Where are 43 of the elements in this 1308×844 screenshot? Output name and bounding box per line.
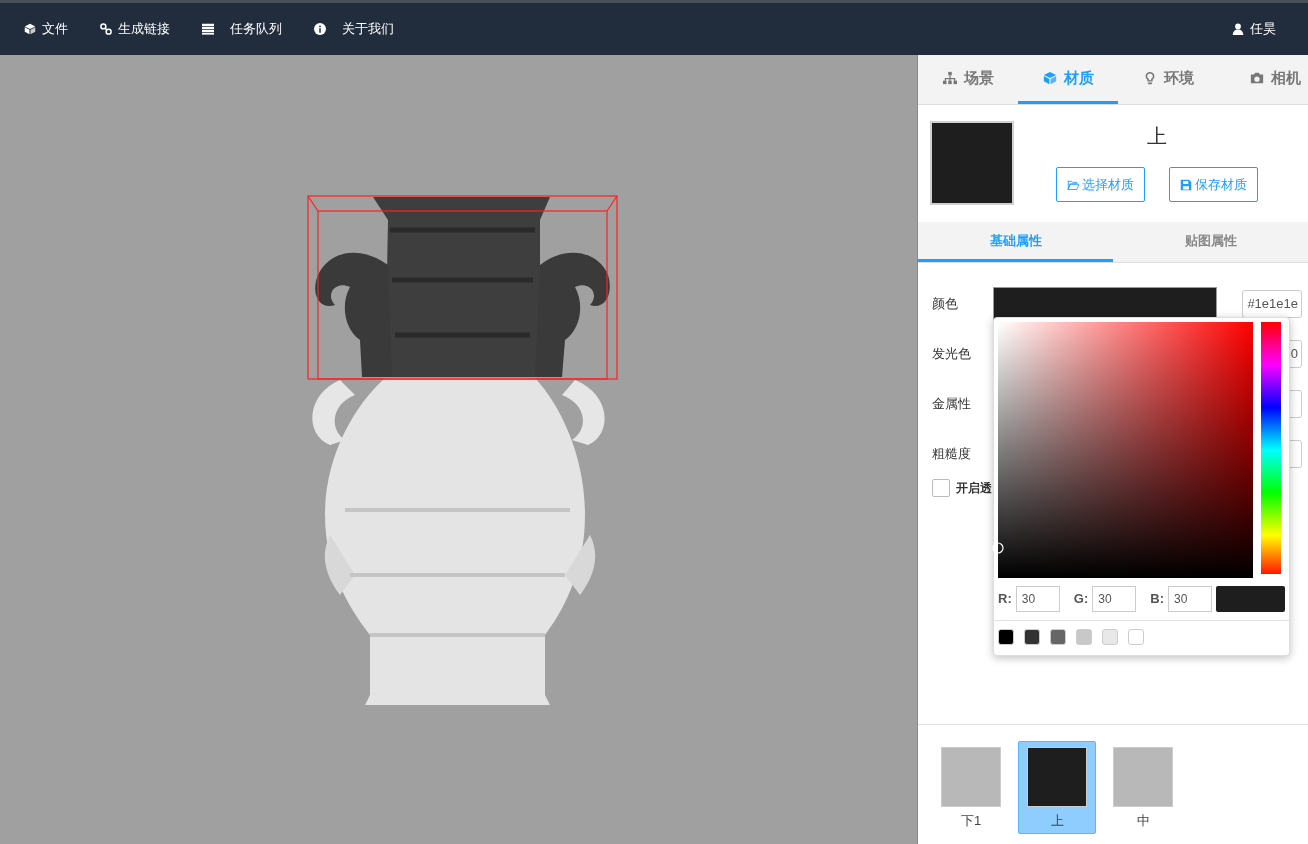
material-item[interactable]: 中 [1112,741,1174,834]
user-icon [1232,23,1244,35]
color-swatch[interactable] [998,629,1014,645]
info-icon [314,23,326,35]
material-item[interactable]: 下1 [940,741,1002,834]
folder-icon [1067,178,1079,191]
panel-tab[interactable]: 相机 [1218,55,1308,104]
channel-label: G: [1073,590,1089,609]
property-label: 金属性 [931,395,972,414]
color-swatch[interactable] [1128,629,1144,645]
material-item[interactable]: 上 [1018,741,1096,834]
nav-menu-item[interactable]: 文件 [24,19,68,39]
picker-cursor-icon[interactable] [992,542,1004,554]
channel-input[interactable]: 30 [1092,586,1137,612]
property-label: 发光色 [931,345,972,364]
cube-icon [24,23,36,35]
color-swatch[interactable] [1050,629,1066,645]
nav-menu-item[interactable]: 生成链接 [100,19,170,39]
color-swatch[interactable] [1102,629,1118,645]
channel-label: B: [1150,590,1164,609]
property-label: 颜色 [931,295,959,314]
nav-menu-item[interactable]: 关于我们 [314,19,394,39]
checkbox-label: 开启透 [956,480,992,497]
link-icon [100,23,112,35]
panel-tab[interactable]: 场景 [918,55,1018,104]
nav-menu-item[interactable]: 任务队列 [202,19,282,39]
hue-handle-icon[interactable] [1261,574,1282,578]
material-name: 上 [1147,123,1167,150]
color-swatch[interactable] [1076,629,1092,645]
cube-icon [1042,71,1057,85]
save-icon [1180,178,1192,191]
color-swatch[interactable] [1024,629,1040,645]
panel-tab[interactable]: 环境 [1118,55,1218,104]
channel-label: R: [998,590,1012,609]
channel-input[interactable]: 30 [1015,586,1060,612]
checkbox[interactable] [932,479,950,497]
list-icon [202,23,214,35]
user-menu[interactable]: 任昊 [1232,19,1276,39]
property-label: 粗糙度 [931,445,972,464]
camera-icon [1249,71,1264,85]
channel-input[interactable]: 30 [1168,586,1213,612]
hierarchy-icon [942,71,957,85]
hue-slider[interactable] [1261,322,1281,578]
